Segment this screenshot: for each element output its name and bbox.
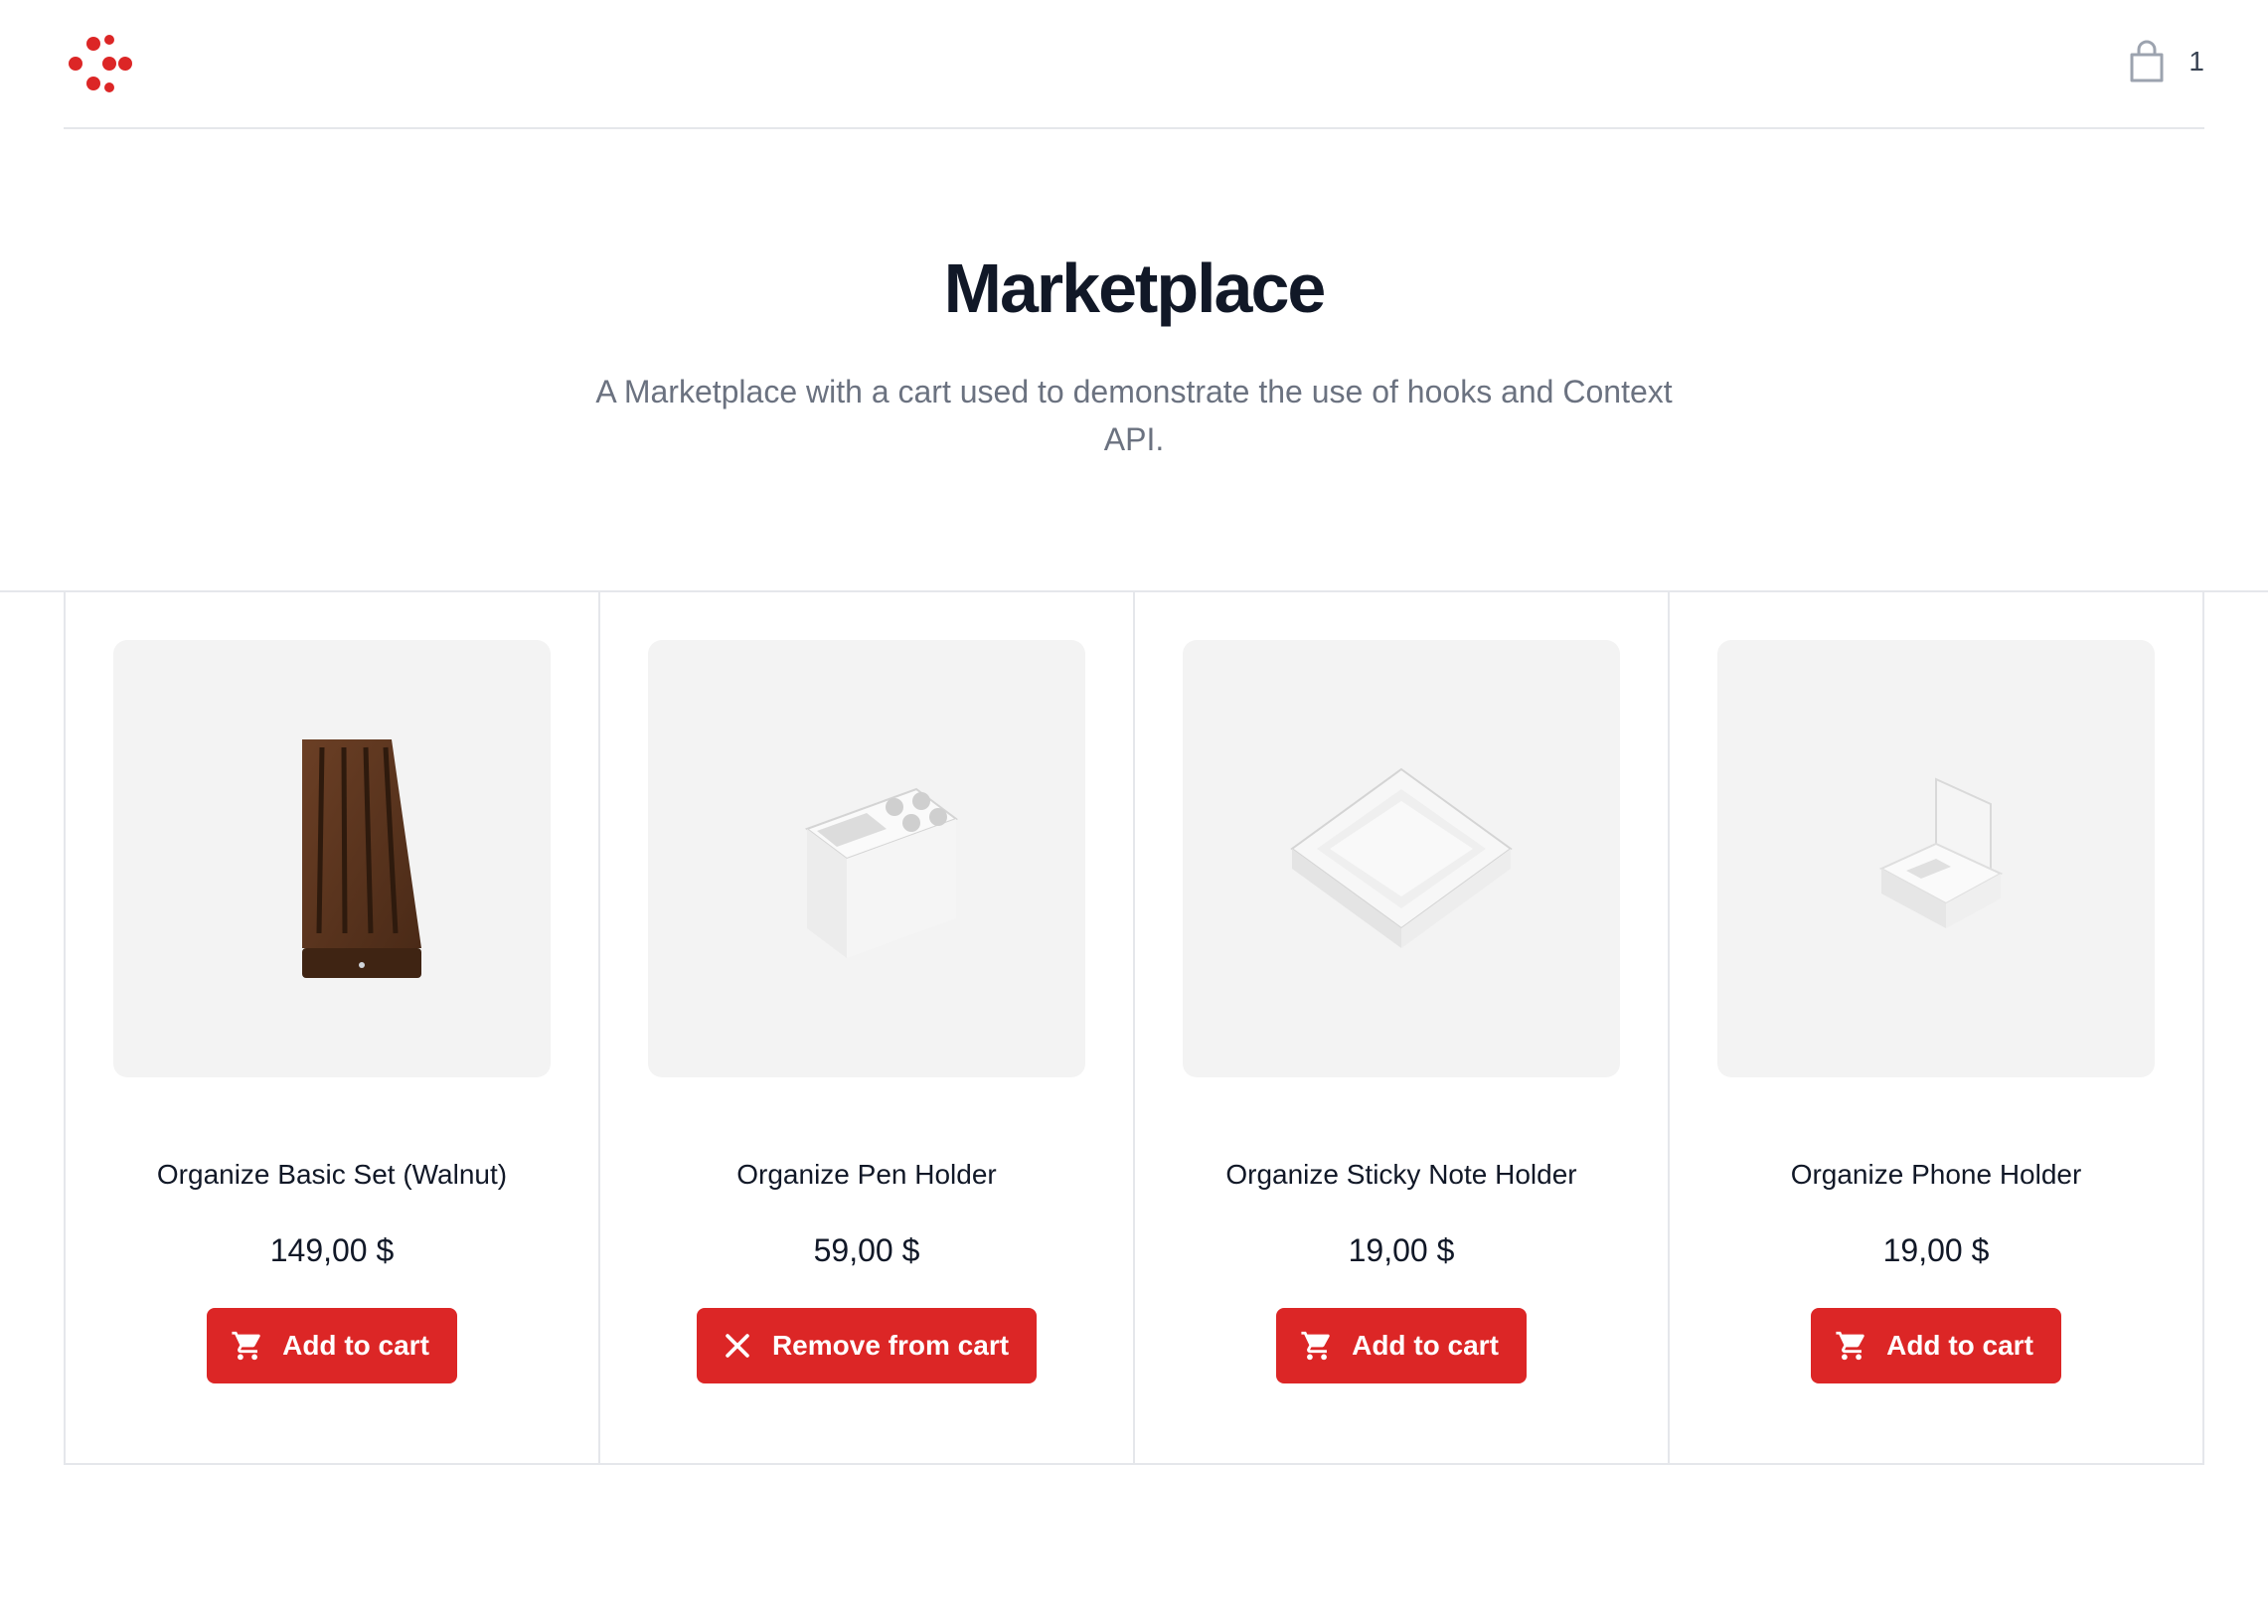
add-to-cart-button[interactable]: Add to cart xyxy=(1811,1308,2061,1383)
site-header: 1 xyxy=(64,0,2204,129)
button-label: Add to cart xyxy=(282,1330,429,1361)
button-label: Add to cart xyxy=(1352,1330,1499,1361)
product-name: Organize Basic Set (Walnut) xyxy=(156,1159,508,1190)
add-to-cart-button[interactable]: Add to cart xyxy=(207,1308,457,1383)
cart-icon xyxy=(1301,1331,1330,1361)
button-label: Add to cart xyxy=(1886,1330,2033,1361)
product-price: 59,00 $ xyxy=(813,1232,920,1268)
logo-link[interactable] xyxy=(64,30,133,99)
product-price: 149,00 $ xyxy=(269,1232,395,1268)
add-to-cart-button[interactable]: Add to cart xyxy=(1276,1308,1527,1383)
product-grid: Organize Basic Set (Walnut) 149,00 $ Add… xyxy=(64,590,2204,1465)
cart-icon xyxy=(1836,1331,1864,1361)
page-subtitle: A Marketplace with a cart used to demons… xyxy=(595,374,1673,457)
product-card: Organize Pen Holder 59,00 $ Remove from … xyxy=(600,590,1135,1463)
product-card: Organize Sticky Note Holder 19,00 $ Add … xyxy=(1135,590,1670,1463)
cart-link[interactable]: 1 xyxy=(2127,40,2204,83)
pen-holder-image xyxy=(804,787,959,958)
product-name: Organize Pen Holder xyxy=(736,1159,997,1190)
close-icon xyxy=(726,1334,749,1358)
remove-from-cart-button[interactable]: Remove from cart xyxy=(696,1308,1038,1383)
cart-count: 1 xyxy=(2188,46,2204,77)
product-name: Organize Sticky Note Holder xyxy=(1225,1159,1577,1190)
phone-holder-image xyxy=(1878,777,2004,928)
sticky-note-holder-image xyxy=(1290,767,1513,948)
product-image[interactable] xyxy=(1717,640,2155,1077)
shopping-bag-icon xyxy=(2130,40,2164,82)
page-title: Marketplace xyxy=(943,249,1327,327)
logo-icon xyxy=(69,35,132,92)
product-image[interactable] xyxy=(648,640,1085,1077)
button-label: Remove from cart xyxy=(771,1330,1010,1361)
page: 1 Marketplace A Marketplace with a cart … xyxy=(0,0,2268,1624)
product-image[interactable] xyxy=(1183,640,1620,1077)
product-name: Organize Phone Holder xyxy=(1790,1159,2082,1190)
product-price: 19,00 $ xyxy=(1348,1232,1455,1268)
product-price: 19,00 $ xyxy=(1882,1232,1990,1268)
product-card: Organize Basic Set (Walnut) 149,00 $ Add… xyxy=(66,590,600,1463)
product-card: Organize Phone Holder 19,00 $ Add to car… xyxy=(1670,590,2204,1463)
product-image[interactable] xyxy=(113,640,551,1077)
cart-icon xyxy=(232,1331,260,1361)
walnut-organizer-image xyxy=(302,739,421,978)
hero: Marketplace A Marketplace with a cart us… xyxy=(0,248,2268,463)
